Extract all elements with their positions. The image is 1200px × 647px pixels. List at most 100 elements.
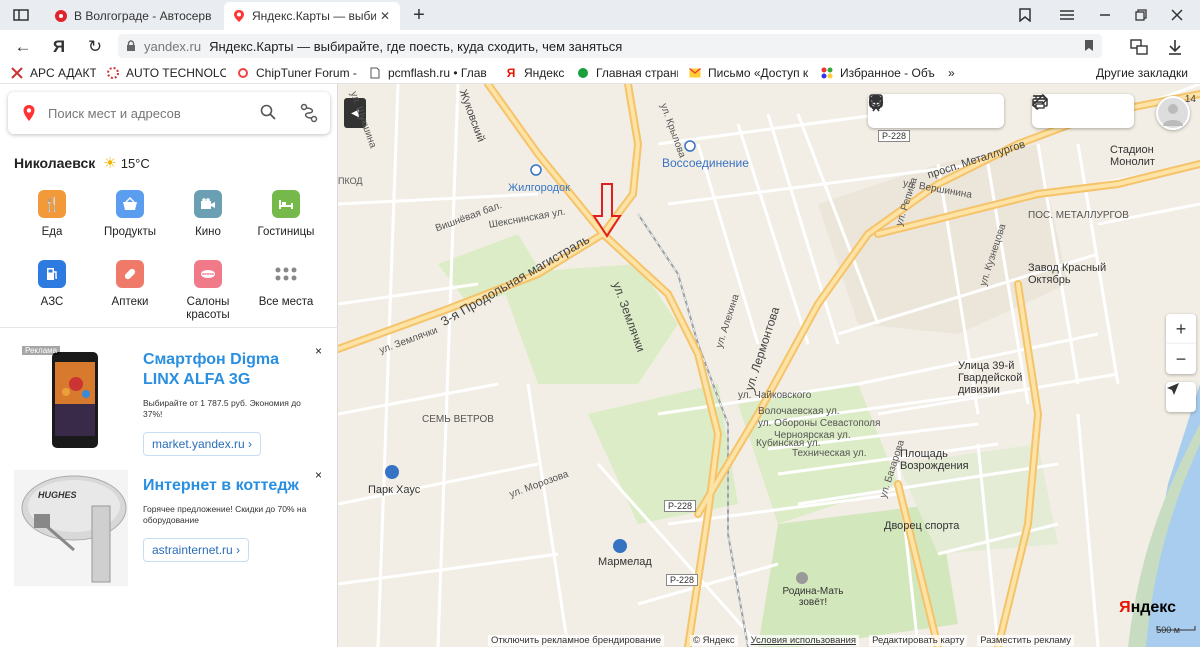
bookmark-manager-icon[interactable] [1016, 6, 1034, 24]
bookmark-item[interactable]: Письмо «Доступ к [678, 66, 810, 80]
zoom-out-button[interactable]: − [1166, 344, 1196, 374]
bookmark-item[interactable]: Я Яндекс [494, 66, 566, 80]
minimize-icon[interactable] [1096, 6, 1114, 24]
search-input[interactable] [48, 105, 248, 121]
bookmark-item[interactable]: ChipTuner Forum - [226, 66, 358, 80]
route-icon[interactable] [300, 103, 318, 126]
user-avatar[interactable] [1156, 96, 1190, 130]
bookmark-label: Избранное - Объ [840, 65, 935, 80]
close-ad-icon[interactable]: × [315, 468, 322, 482]
bookmark-icon [10, 66, 24, 80]
bookmark-item[interactable]: pcmflash.ru • Глав [358, 66, 494, 80]
panorama-icon[interactable] [872, 94, 936, 128]
category-label: Кино [195, 226, 221, 238]
restore-icon[interactable] [1132, 6, 1150, 24]
category-hotels[interactable]: Гостиницы [248, 190, 324, 239]
download-icon[interactable] [1164, 36, 1186, 58]
tab-yandex-maps[interactable]: Яндекс.Карты — выбирай ✕ [224, 2, 400, 30]
category-all-places[interactable]: Все места [248, 260, 324, 309]
city-name: Николаевск [14, 155, 96, 171]
bookmark-icon [576, 66, 590, 80]
category-label: Аптеки [111, 296, 149, 308]
poi-park-house[interactable]: Парк Хаус [368, 484, 420, 496]
street-label: Волочаевская ул. [758, 406, 840, 417]
road-shield: P-228 [666, 574, 699, 586]
category-beauty-salons[interactable]: Салоны красоты [170, 260, 246, 322]
ad-title[interactable]: Смартфон Digma LINX ALFA 3G [143, 350, 303, 390]
map-layers-toolbar [868, 94, 1004, 128]
poi-zavod[interactable]: Завод Красный Октябрь [1028, 262, 1118, 286]
ad-description: Горячее предложение! Скидки до 70% на об… [143, 504, 307, 525]
street-label: ул. Обороны Севастополя [758, 418, 881, 429]
district-label: СЕМЬ ВЕТРОВ [422, 414, 494, 425]
station-label: Воссоединение [662, 156, 749, 170]
more-bookmarks-button[interactable]: » [938, 66, 968, 80]
ad-link-button[interactable]: astrainternet.ru › [143, 538, 250, 562]
terms-link[interactable]: Условия использования [747, 634, 860, 646]
locate-button[interactable] [1166, 382, 1196, 412]
print-icon[interactable] [1032, 94, 1100, 128]
category-label: Все места [258, 296, 314, 308]
bookmark-item[interactable]: APC АДАКТ [0, 66, 96, 80]
place-ad-link[interactable]: Разместить рекламу [977, 634, 1075, 646]
other-bookmarks-button[interactable]: Другие закладки [1096, 66, 1188, 80]
menu-icon[interactable] [1033, 94, 1134, 128]
address-bar[interactable]: yandex.ru Яндекс.Карты — выбирайте, где … [118, 34, 1102, 58]
satellite-dish-image [14, 470, 128, 586]
ad-link-button[interactable]: market.yandex.ru › [143, 432, 262, 456]
disable-ads-link[interactable]: Отключить рекламное брендирование [488, 634, 665, 646]
street-label: ул. Чайковского [738, 390, 812, 401]
reload-icon[interactable]: ↻ [84, 36, 106, 58]
category-cinema[interactable]: Кино [170, 190, 246, 239]
close-tab-icon[interactable]: ✕ [380, 9, 390, 23]
fuel-icon [38, 260, 66, 288]
copyright: © Яндекс [690, 634, 738, 646]
map-canvas[interactable]: ◀ ул. Землячки 3-я Продольная магистраль… [338, 84, 1200, 647]
weather-widget[interactable]: Николаевск ☀ 15°C [14, 154, 150, 172]
poi-rodina-mat[interactable]: Родина-Мать зовёт! [778, 586, 848, 608]
category-pharmacies[interactable]: Аптеки [92, 260, 168, 309]
poi-ulitsa39[interactable]: Улица 39-й Гвардейской дивизии [958, 360, 1048, 396]
yandex-logo: Яндекс [1119, 599, 1176, 616]
menu-icon[interactable] [1058, 6, 1076, 24]
back-arrow-icon[interactable]: ← [12, 36, 34, 58]
map-footer: Отключить рекламное брендирование © Янде… [488, 633, 1200, 647]
category-gas-stations[interactable]: АЗС [14, 260, 90, 309]
poi-ploshad[interactable]: Площадь Возрождения [900, 448, 980, 472]
category-groceries[interactable]: Продукты [92, 190, 168, 239]
ad-digma-phone[interactable]: Реклама Смартфон Digma LINX ALFA 3G Выби… [0, 340, 338, 460]
ad-label: Реклама [22, 346, 61, 355]
poi-marmelad[interactable]: Мармелад [598, 556, 652, 568]
hughes-brand: HUGHES [38, 490, 77, 500]
zoom-in-button[interactable]: + [1166, 314, 1196, 344]
sun-icon: ☀ [103, 155, 117, 172]
tabs-panel-icon[interactable] [12, 6, 30, 24]
grid-dots-icon [272, 260, 300, 288]
category-label: Салоны красоты [186, 296, 230, 321]
ad-internet[interactable]: HUGHES Интернет в коттедж Горячее предло… [0, 468, 338, 588]
translate-icon[interactable] [1128, 36, 1150, 58]
bookmark-star-icon[interactable] [1084, 39, 1094, 55]
ad-title[interactable]: Интернет в коттедж [143, 476, 323, 496]
new-tab-button[interactable]: + [410, 4, 428, 26]
bookmark-item[interactable]: Избранное - Объ [810, 66, 938, 80]
tab-bar: В Волгограде - Автосерви Яндекс.Карты — … [0, 0, 1200, 30]
bookmark-item[interactable]: Главная страница [566, 66, 678, 80]
category-food[interactable]: 🍴 Еда [14, 190, 90, 239]
close-window-icon[interactable] [1168, 6, 1186, 24]
url-page-title: Яндекс.Карты — выбирайте, где поесть, ку… [209, 38, 623, 54]
poi-stadion[interactable]: Стадион Монолит [1110, 144, 1190, 168]
transport-icon[interactable] [869, 94, 970, 128]
bookmark-item[interactable]: AUTO TECHNOLOG [96, 66, 226, 80]
lock-icon [126, 40, 136, 52]
road-shield: P-228 [664, 500, 697, 512]
station-label: Жилгородок [508, 182, 570, 194]
close-ad-icon[interactable]: × [315, 344, 322, 358]
edit-map-link[interactable]: Редактировать карту [869, 634, 968, 646]
yandex-home-icon[interactable]: Я [48, 36, 70, 58]
bookmark-label: pcmflash.ru • Глав [388, 65, 487, 80]
poi-dvorets[interactable]: Дворец спорта [884, 520, 959, 532]
layers-icon[interactable] [868, 94, 1004, 128]
search-icon[interactable] [260, 104, 276, 123]
tab-autoservice[interactable]: В Волгограде - Автосерви [46, 2, 222, 30]
